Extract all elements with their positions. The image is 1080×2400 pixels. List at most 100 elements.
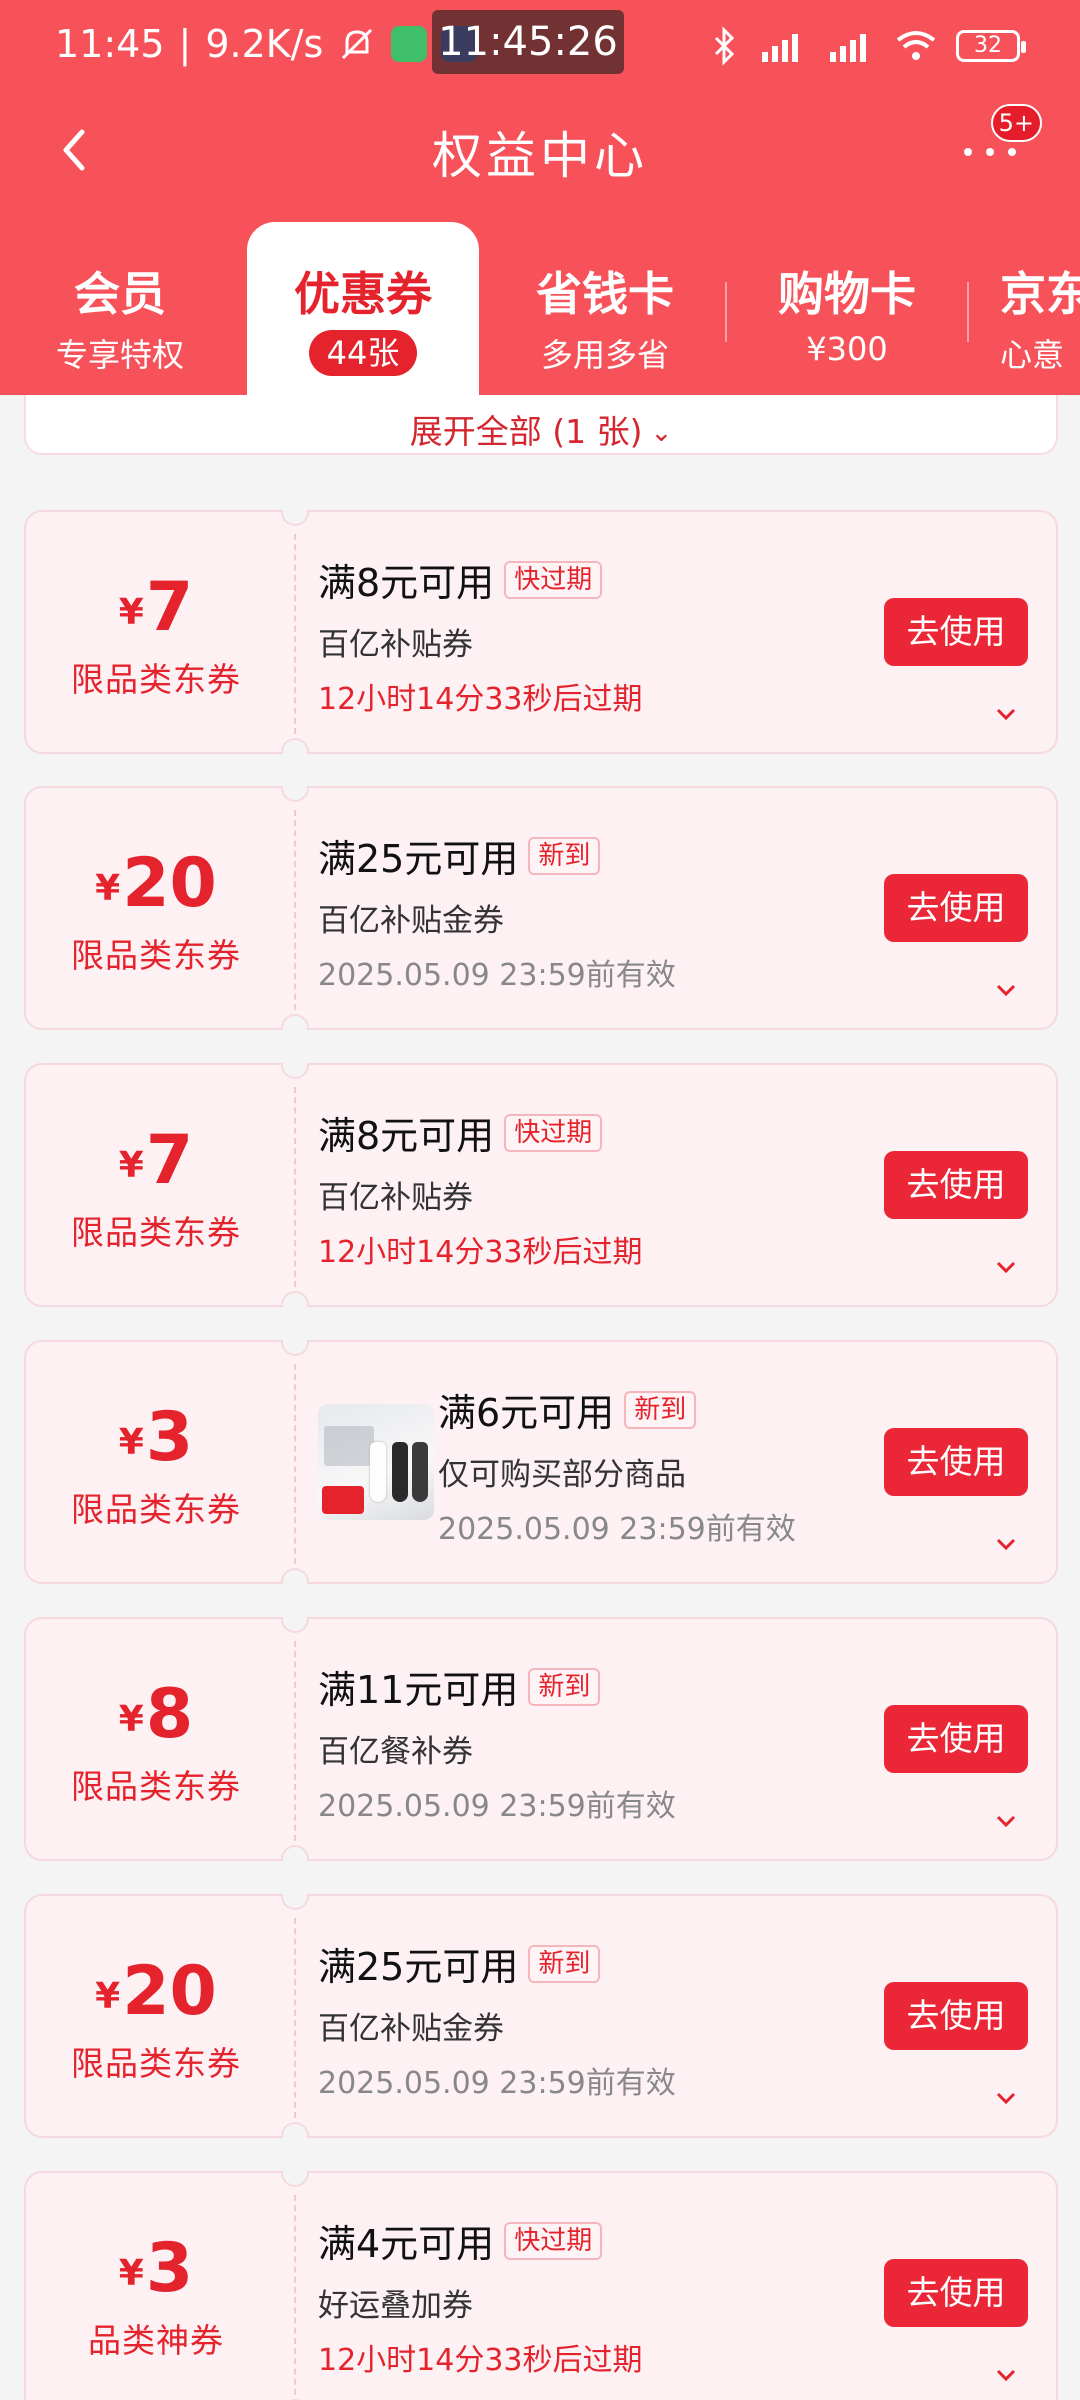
currency-symbol: ¥ [95, 868, 121, 909]
sock-image [370, 1442, 386, 1502]
coupon-description: 仅可购买部分商品 [438, 1457, 686, 1493]
use-coupon-button[interactable]: 去使用 [884, 1151, 1028, 1219]
dashed-divider [294, 1364, 296, 1564]
coupon-type: 限品类东券 [71, 2044, 241, 2083]
product-thumbnail[interactable] [318, 1404, 434, 1520]
coupon-amount: 3 [145, 1398, 194, 1477]
tab-divider [967, 282, 969, 342]
coupon-type: 限品类东券 [71, 936, 241, 975]
coupon-description: 好运叠加券 [318, 2288, 473, 2324]
coupon-description: 百亿餐补券 [318, 1734, 473, 1770]
use-coupon-button[interactable]: 去使用 [884, 1705, 1028, 1773]
expand-details-chevron-icon[interactable] [994, 702, 1018, 726]
coupon-details: 满8元可用 快过期 百亿补贴券 12小时14分33秒后过期 [318, 552, 878, 718]
use-coupon-button[interactable]: 去使用 [884, 598, 1028, 666]
coupon-card: ¥3 限品类东券 满6元可用 新到 仅可购买部分商品 2025.05.09 23:… [24, 1340, 1058, 1584]
coupon-value: ¥7 限品类东券 [26, 512, 286, 752]
tab-shopping-card[interactable]: 购物卡 ¥300 [727, 222, 967, 395]
tab-coupons[interactable]: 优惠券 44张 [247, 222, 479, 395]
currency-symbol: ¥ [118, 1699, 144, 1740]
sock-image [412, 1442, 428, 1502]
coupon-condition: 满8元可用 [318, 561, 495, 605]
coupon-details: 满6元可用 新到 仅可购买部分商品 2025.05.09 23:59前有效 [438, 1382, 878, 1548]
use-coupon-button[interactable]: 去使用 [884, 874, 1028, 942]
expand-all-link[interactable]: 展开全部 (1 张) ⌄ [410, 405, 673, 453]
expand-details-chevron-icon[interactable] [994, 1255, 1018, 1279]
use-coupon-button[interactable]: 去使用 [884, 1982, 1028, 2050]
tab-subtitle: 专享特权 [55, 336, 184, 374]
currency-symbol: ¥ [118, 1145, 144, 1186]
status-time: 11:45 [55, 22, 165, 66]
coupon-expiry: 2025.05.09 23:59前有效 [318, 958, 676, 993]
coupon-details: 满4元可用 快过期 好运叠加券 12小时14分33秒后过期 [318, 2213, 878, 2379]
dashed-divider [294, 2195, 296, 2395]
use-coupon-button[interactable]: 去使用 [884, 2259, 1028, 2327]
tab-count-badge: 44张 [308, 330, 418, 376]
tab-member[interactable]: 会员 专享特权 [0, 222, 240, 395]
tab-title: 优惠券 [294, 267, 432, 321]
currency-symbol: ¥ [95, 1976, 121, 2017]
status-right: 32 [710, 26, 1026, 66]
coupon-description: 百亿补贴金券 [318, 903, 504, 939]
coupon-expiry: 2025.05.09 23:59前有效 [438, 1512, 796, 1547]
coupon-value: ¥7 限品类东券 [26, 1065, 286, 1305]
coupon-type: 限品类东券 [71, 1490, 241, 1529]
coupon-card: ¥7 限品类东券 满8元可用 快过期 百亿补贴券 12小时14分33秒后过期 去使… [24, 1063, 1058, 1307]
dashed-divider [294, 810, 296, 1010]
coupon-details: 满11元可用 新到 百亿餐补券 2025.05.09 23:59前有效 [318, 1659, 878, 1825]
coupon-details: 满25元可用 新到 百亿补贴金券 2025.05.09 23:59前有效 [318, 1936, 878, 2102]
header: 11:45 | 9.2K/s 11:45:26 32 权益中心 5+ 会员 专享… [0, 0, 1080, 395]
coupon-expiry: 12小时14分33秒后过期 [318, 2343, 643, 2378]
tab-title: 京东 [1000, 267, 1080, 321]
expand-details-chevron-icon[interactable] [994, 2086, 1018, 2110]
coupon-description: 百亿补贴券 [318, 627, 473, 663]
coupon-type: 限品类东券 [71, 1213, 241, 1252]
expand-details-chevron-icon[interactable] [994, 978, 1018, 1002]
coupon-value: ¥3 品类神券 [26, 2173, 286, 2400]
tab-title: 购物卡 [778, 267, 916, 321]
signal-hd-icon [830, 34, 866, 62]
coupon-details: 满25元可用 新到 百亿补贴金券 2025.05.09 23:59前有效 [318, 828, 878, 994]
network-speed: 9.2K/s [205, 22, 324, 66]
coupon-card: ¥20 限品类东券 满25元可用 新到 百亿补贴金券 2025.05.09 23:… [24, 1894, 1058, 2138]
coupon-type: 限品类东券 [71, 660, 241, 699]
coupon-amount: 7 [145, 1121, 194, 1200]
tab-saving-card[interactable]: 省钱卡 多用多省 [485, 222, 725, 395]
currency-symbol: ¥ [118, 2253, 144, 2294]
coupon-tag: 快过期 [504, 1113, 603, 1152]
tab-title: 会员 [74, 267, 166, 321]
expand-details-chevron-icon[interactable] [994, 1809, 1018, 1833]
page-title: 权益中心 [432, 127, 648, 185]
expand-details-chevron-icon[interactable] [994, 1532, 1018, 1556]
coupon-condition: 满25元可用 [318, 837, 519, 881]
coupon-tag: 新到 [528, 1944, 601, 1983]
status-left: 11:45 | 9.2K/s [55, 22, 478, 66]
coupon-tag: 新到 [528, 1667, 601, 1706]
status-bar: 11:45 | 9.2K/s 11:45:26 32 [0, 0, 1080, 100]
expand-details-chevron-icon[interactable] [994, 2363, 1018, 2387]
sock-image [392, 1442, 408, 1502]
coupon-card: ¥7 限品类东券 满8元可用 快过期 百亿补贴券 12小时14分33秒后过期 去使… [24, 510, 1058, 754]
tab-subtitle: ¥300 [806, 330, 888, 368]
coupon-amount: 7 [145, 568, 194, 647]
tab-title: 省钱卡 [536, 267, 674, 321]
use-coupon-button[interactable]: 去使用 [884, 1428, 1028, 1496]
top-nav: 权益中心 5+ [0, 100, 1080, 200]
expand-all-label: 展开全部 (1 张) [409, 412, 643, 451]
app-icon [391, 26, 428, 62]
coupon-condition: 满11元可用 [318, 1668, 519, 1712]
coupon-description: 百亿补贴金券 [318, 2011, 504, 2047]
coupon-expiry: 12小时14分33秒后过期 [318, 1235, 643, 1270]
currency-symbol: ¥ [118, 592, 144, 633]
coupon-value: ¥20 限品类东券 [26, 1896, 286, 2136]
coupon-description: 百亿补贴券 [318, 1180, 473, 1216]
tab-subtitle: 心意 [1000, 336, 1065, 374]
dashed-divider [294, 534, 296, 734]
notification-badge: 5+ [990, 104, 1042, 142]
tab-jd-gift[interactable]: 京东 心意 [1000, 222, 1080, 395]
dashed-divider [294, 1087, 296, 1287]
currency-symbol: ¥ [118, 1422, 144, 1463]
coupon-amount: 20 [122, 844, 217, 923]
coupon-list: 展开全部 (1 张) ⌄ ¥7 限品类东券 满8元可用 快过期 百亿补贴券 12小时… [0, 395, 1080, 2400]
coupon-amount: 20 [122, 1952, 217, 2031]
